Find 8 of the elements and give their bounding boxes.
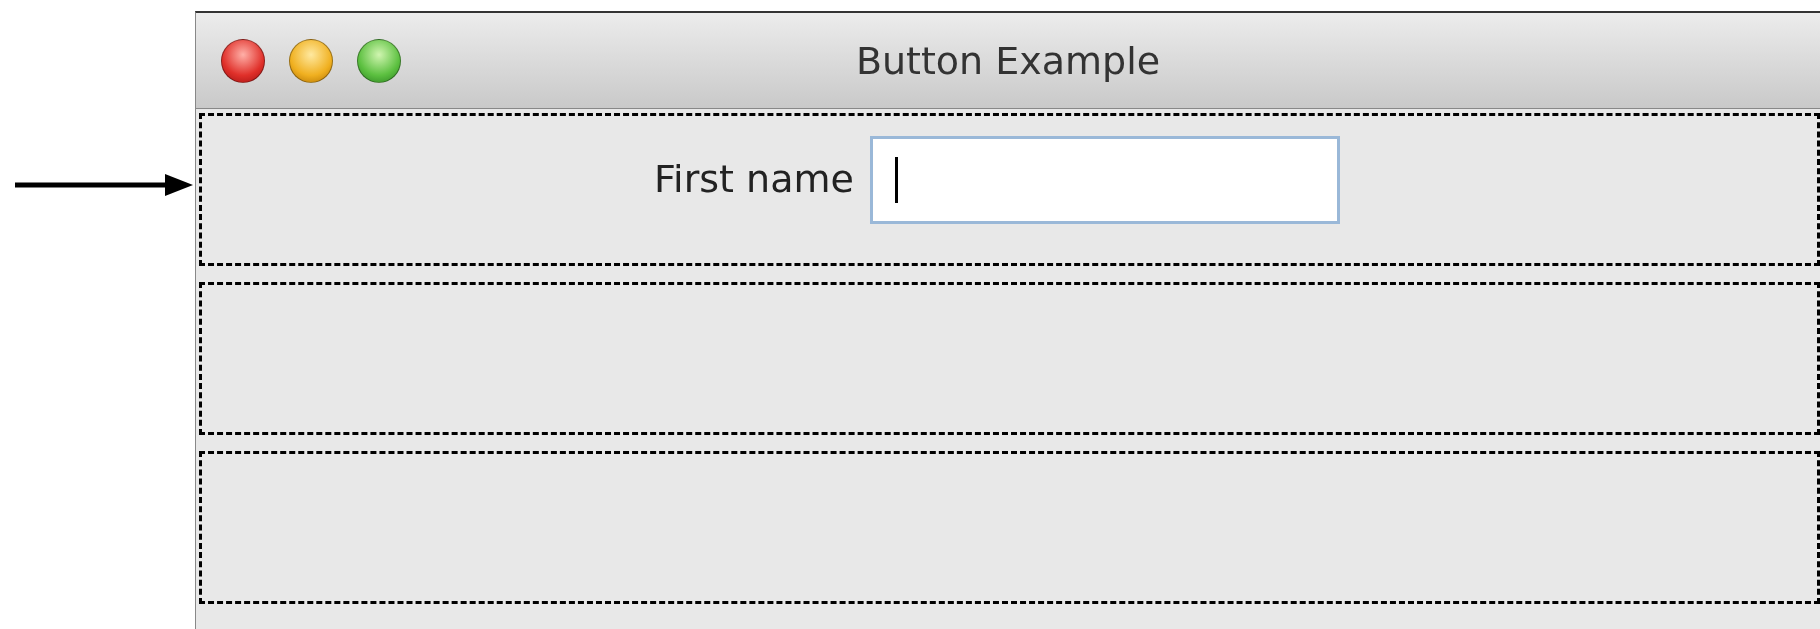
text-cursor [894,156,898,203]
window-title: Button Example [855,39,1161,83]
minimize-button[interactable] [289,39,333,83]
zoom-button[interactable] [357,39,401,83]
arrow-icon [15,172,193,198]
input-field[interactable] [869,135,1340,224]
field-label: First name [654,156,854,203]
close-button[interactable] [221,39,265,83]
